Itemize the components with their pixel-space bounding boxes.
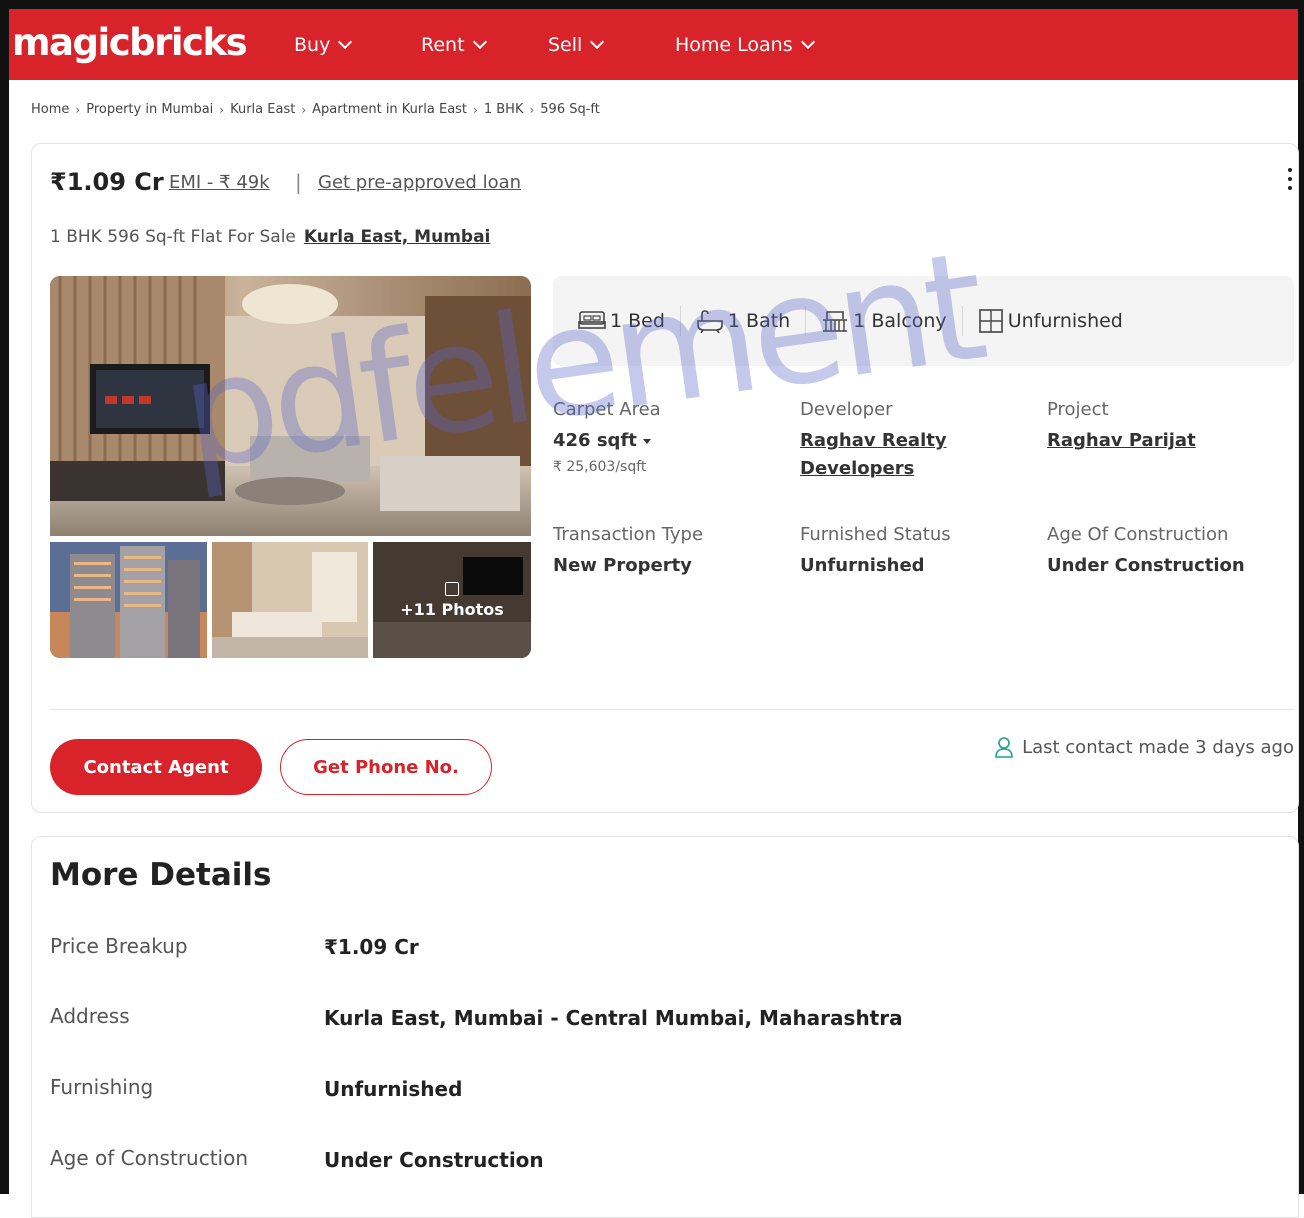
transaction-type-label: Transaction Type: [553, 524, 704, 545]
chevron-right-icon: ›: [529, 102, 535, 117]
amenity-bath-label: 1 Bath: [727, 310, 791, 332]
location-link[interactable]: Kurla East, Mumbai: [304, 227, 491, 247]
amenity-bed: 1 Bed: [563, 306, 681, 336]
chevron-right-icon: ›: [75, 102, 81, 117]
chevron-right-icon: ›: [473, 102, 478, 117]
balcony-icon: [823, 311, 848, 332]
nav-label: Sell: [548, 34, 583, 56]
nav-label: Home Loans: [675, 34, 793, 56]
nav-label: Buy: [294, 34, 331, 56]
carpet-area-text: 426 sqft: [553, 430, 637, 451]
project-link[interactable]: Raghav Parijat: [1047, 430, 1196, 451]
amenity-furnishing-label: Unfurnished: [1007, 310, 1123, 332]
breadcrumb: Home › Property in Mumbai › Kurla East ›…: [31, 102, 600, 117]
divider: [50, 709, 1294, 710]
photo-icon: [445, 581, 459, 596]
nav-sell[interactable]: Sell: [548, 34, 605, 56]
living-room-image: [50, 276, 531, 536]
breadcrumb-bhk[interactable]: 1 BHK: [484, 102, 524, 117]
property-subtitle: 1 BHK 596 Sq-ft Flat For Sale Kurla East,…: [50, 227, 490, 247]
detail-label-price: Price Breakup: [50, 934, 188, 958]
breadcrumb-size: 596 Sq-ft: [540, 102, 600, 117]
age-of-construction-value: Under Construction: [1047, 555, 1245, 576]
breadcrumb-locality[interactable]: Kurla East: [230, 102, 295, 117]
breadcrumb-home[interactable]: Home: [31, 102, 69, 117]
photos-count: +11 Photos: [400, 599, 504, 619]
separator: |: [295, 170, 302, 194]
chevron-down-icon: [800, 34, 815, 50]
detail-value-price: ₹1.09 Cr: [324, 935, 419, 959]
dining-room-image: [212, 542, 368, 658]
detail-value-age: Under Construction: [324, 1148, 544, 1172]
property-price: ₹1.09 Cr: [50, 168, 164, 196]
transaction-type-value: New Property: [553, 555, 692, 576]
bathtub-icon: [697, 310, 723, 333]
amenity-bed-label: 1 Bed: [610, 310, 665, 332]
thumbnail-building[interactable]: [50, 542, 207, 658]
amenity-bath: 1 Bath: [681, 306, 807, 336]
developer-link-line2[interactable]: Developers: [800, 458, 914, 479]
detail-value-address: Kurla East, Mumbai - Central Mumbai, Mah…: [324, 1006, 903, 1030]
last-contact-info: Last contact made 3 days ago: [994, 736, 1294, 758]
age-of-construction-label: Age Of Construction: [1047, 524, 1229, 545]
site-header: magicbricks Buy Rent Sell Home Loans: [9, 9, 1298, 80]
last-contact-text: Last contact made 3 days ago: [1022, 736, 1294, 758]
amenity-furnishing: Unfurnished: [963, 306, 1138, 336]
detail-value-furnishing: Unfurnished: [324, 1077, 463, 1101]
frame-border-left: [0, 0, 9, 1194]
more-details-title: More Details: [50, 857, 272, 893]
breadcrumb-type[interactable]: Apartment in Kurla East: [312, 102, 467, 117]
chevron-down-icon: [472, 34, 487, 50]
chevron-right-icon: ›: [301, 102, 307, 117]
amenities-bar: 1 Bed 1 Bath 1 Balcony Unfurnished: [553, 276, 1294, 366]
nav-buy[interactable]: Buy: [294, 34, 353, 56]
carpet-area-label: Carpet Area: [553, 399, 661, 420]
chevron-down-icon: [590, 34, 605, 50]
furnished-status-label: Furnished Status: [800, 524, 951, 545]
wardrobe-icon: [978, 309, 1003, 333]
property-title: 1 BHK 596 Sq-ft Flat For Sale: [50, 227, 296, 247]
chevron-right-icon: ›: [219, 102, 225, 117]
thumbnail-dining[interactable]: [212, 542, 368, 658]
amenity-balcony: 1 Balcony: [806, 306, 963, 336]
project-label: Project: [1047, 399, 1109, 420]
detail-label-furnishing: Furnishing: [50, 1075, 154, 1099]
more-photos-overlay[interactable]: +11 Photos: [373, 542, 531, 658]
contact-agent-button[interactable]: Contact Agent: [50, 739, 262, 795]
furnished-status-value: Unfurnished: [800, 555, 925, 576]
amenity-balcony-label: 1 Balcony: [853, 310, 947, 332]
nav-rent[interactable]: Rent: [421, 34, 487, 56]
user-icon: [995, 737, 1013, 758]
detail-label-address: Address: [50, 1004, 130, 1028]
get-phone-button[interactable]: Get Phone No.: [280, 739, 492, 795]
detail-label-age: Age of Construction: [50, 1146, 249, 1170]
main-property-photo[interactable]: [50, 276, 531, 536]
bed-icon: [578, 311, 606, 329]
breadcrumb-city[interactable]: Property in Mumbai: [86, 102, 213, 117]
nav-label: Rent: [421, 34, 465, 56]
carpet-rate: ₹ 25,603/sqft: [553, 459, 647, 475]
building-image: [50, 542, 207, 658]
nav-home-loans[interactable]: Home Loans: [675, 34, 815, 56]
site-logo[interactable]: magicbricks: [12, 21, 248, 64]
pre-approved-loan-link[interactable]: Get pre-approved loan: [318, 172, 521, 193]
frame-border-top: [0, 0, 1304, 9]
carpet-area-value[interactable]: 426 sqft: [553, 430, 651, 451]
property-card: ₹1.09 Cr EMI - ₹ 49k | Get pre-approved …: [31, 143, 1299, 813]
developer-link-line1[interactable]: Raghav Realty: [800, 430, 947, 451]
caret-down-icon: [642, 438, 651, 444]
more-details-card: More Details Price Breakup ₹1.09 Cr Addr…: [31, 836, 1299, 1218]
chevron-down-icon: [338, 34, 353, 50]
emi-link[interactable]: EMI - ₹ 49k: [169, 172, 270, 193]
page: magicbricks Buy Rent Sell Home Loans Hom…: [0, 0, 1304, 1218]
developer-label: Developer: [800, 399, 893, 420]
thumbnail-more-photos[interactable]: +11 Photos: [373, 542, 531, 658]
more-options-icon[interactable]: [1288, 168, 1292, 190]
